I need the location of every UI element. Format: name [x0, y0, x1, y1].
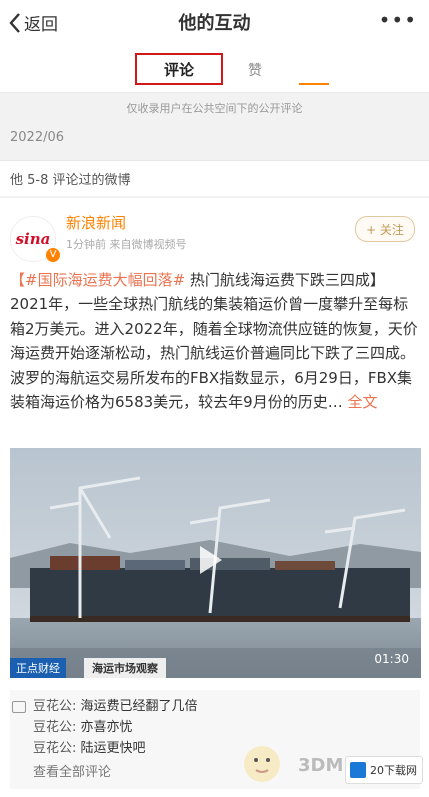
- watermark-mascot-icon: [244, 746, 280, 782]
- comment-item[interactable]: 豆花公: 亦喜亦忧: [10, 717, 420, 738]
- comment-author[interactable]: 豆花公:: [33, 699, 76, 714]
- comment-author[interactable]: 豆花公:: [33, 720, 76, 735]
- comment-text: 亦喜亦忧: [76, 720, 133, 735]
- comment-icon: [12, 701, 26, 713]
- section-subheader: 他 5-8 评论过的微博: [0, 160, 429, 196]
- tab-comments-label: 评论: [163, 60, 194, 79]
- post-body: 【#国际海运费大幅回落# 热门航线海运费下跌三四成】2021年，一些全球热门航线…: [10, 268, 420, 414]
- video-caption: 海运市场观察: [84, 658, 166, 678]
- play-icon[interactable]: [200, 546, 222, 574]
- full-text-link[interactable]: 全文: [348, 393, 378, 411]
- top-bar: 返回 他的互动 •••: [0, 0, 429, 44]
- watermark-logo-icon: [350, 762, 366, 778]
- comment-item[interactable]: 豆花公: 海运费已经翻了几倍: [10, 696, 420, 717]
- comment-text: 海运费已经翻了几倍: [76, 699, 198, 714]
- topic-link[interactable]: 【#国际海运费大幅回落#: [10, 271, 185, 289]
- more-options-icon[interactable]: •••: [379, 8, 417, 32]
- back-label: 返回: [24, 15, 58, 35]
- chevron-left-icon: [9, 12, 20, 33]
- tv-channel-logo: 正点财经: [10, 658, 66, 678]
- back-button[interactable]: 返回: [8, 10, 58, 35]
- post-username[interactable]: 新浪新闻: [66, 212, 126, 233]
- verified-badge-icon: V: [46, 248, 60, 262]
- tab-likes[interactable]: 赞: [248, 60, 262, 80]
- watermark-site-label: 20下载网: [370, 764, 417, 777]
- comment-text: 陆运更快吧: [76, 741, 146, 756]
- date-header: 2022/06: [10, 130, 65, 145]
- follow-button[interactable]: + 关注: [355, 216, 415, 242]
- tab-comments[interactable]: 评论: [135, 53, 329, 85]
- post-meta: 1分钟前 来自微博视频号: [66, 238, 187, 251]
- page-title: 他的互动: [178, 13, 251, 34]
- tab-active-indicator: [299, 83, 329, 85]
- comment-author[interactable]: 豆花公:: [33, 741, 76, 756]
- sina-logo: sina: [15, 230, 51, 248]
- video-player[interactable]: 正点财经 海运市场观察 01:30: [10, 448, 421, 678]
- watermark-site: 20下载网: [345, 756, 423, 784]
- notice-text: 仅收录用户在公共空间下的公开评论: [126, 102, 303, 115]
- watermark-3dm: 3DM: [298, 755, 344, 776]
- video-duration: 01:30: [374, 652, 409, 666]
- post-card: sina V 新浪新闻 1分钟前 来自微博视频号 + 关注 【#国际海运费大幅回…: [0, 198, 429, 797]
- post-text: 热门航线海运费下跌三四成】2021年，一些全球热门航线的集装箱运价曾一度攀升至每…: [10, 271, 418, 412]
- tab-bar: 评论 赞: [0, 44, 429, 93]
